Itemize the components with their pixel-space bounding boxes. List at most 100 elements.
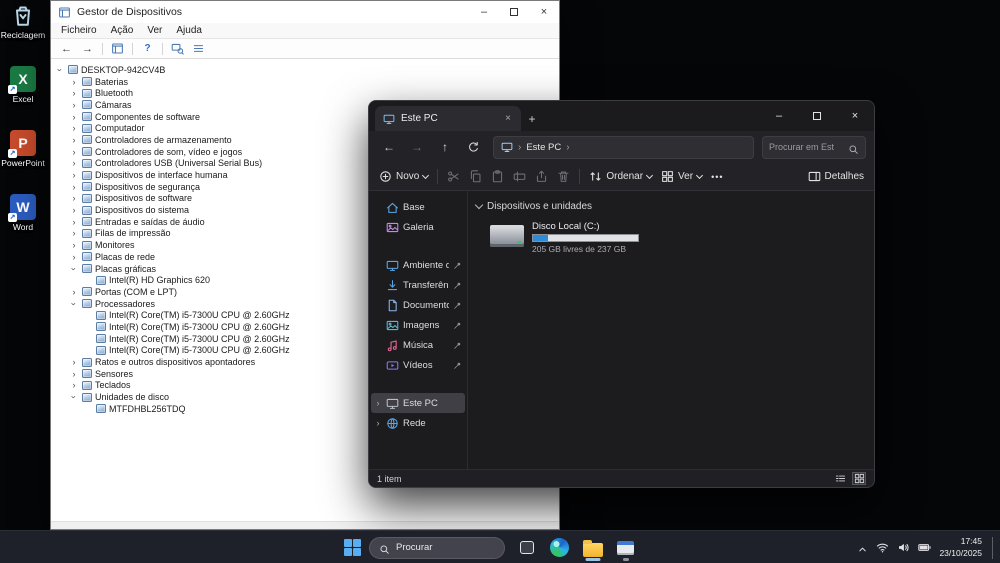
chevron-collapsed-icon[interactable]: › (69, 369, 79, 379)
refresh-button[interactable] (461, 135, 485, 159)
chevron-collapsed-icon[interactable]: › (69, 100, 79, 110)
taskbar-search[interactable] (369, 536, 505, 559)
chevron-collapsed-icon[interactable]: › (69, 147, 79, 157)
details-pane-button[interactable]: Detalhes (808, 170, 864, 183)
chevron-collapsed-icon[interactable]: › (69, 205, 79, 215)
tree-item-desktop-942cv4b[interactable]: › DESKTOP-942CV4B (51, 64, 559, 76)
rename-button[interactable] (513, 170, 526, 183)
chevron-collapsed-icon[interactable]: › (69, 88, 79, 98)
chevron-expanded-icon[interactable]: › (69, 299, 79, 309)
chevron-collapsed-icon[interactable]: › (69, 193, 79, 203)
sort-button[interactable]: Ordenar (589, 170, 654, 183)
taskbar-app-file-explorer[interactable] (579, 534, 606, 561)
chevron-collapsed-icon[interactable]: › (69, 135, 79, 145)
forward-button[interactable]: → (78, 41, 97, 57)
up-button[interactable]: ↑ (433, 135, 457, 159)
close-button[interactable]: × (529, 1, 559, 23)
maximize-button[interactable] (499, 1, 529, 23)
breadcrumb[interactable]: Este PC (526, 142, 561, 153)
scan-hardware-button[interactable] (168, 41, 187, 57)
tree-item-bluetooth[interactable]: › Bluetooth (51, 87, 559, 99)
sidebar-item-transferencias[interactable]: Transferências (371, 275, 465, 295)
chevron-collapsed-icon[interactable]: › (69, 217, 79, 227)
taskbar-app-device-manager[interactable] (612, 534, 639, 561)
sidebar-item-rede[interactable]: › Rede (371, 413, 465, 433)
menu-item-ajuda[interactable]: Ajuda (169, 25, 209, 36)
chevron-right-icon[interactable]: › (374, 418, 382, 428)
desktop-icon-powerpoint[interactable]: P ↗ PowerPoint (0, 130, 46, 168)
more-options-button[interactable]: ••• (711, 172, 723, 182)
taskbar-app-edge[interactable] (546, 534, 573, 561)
chevron-collapsed-icon[interactable]: › (69, 158, 79, 168)
close-button[interactable]: × (836, 101, 874, 131)
new-button[interactable]: Novo (379, 170, 430, 183)
chevron-collapsed-icon[interactable]: › (69, 170, 79, 180)
view-button[interactable]: Ver (661, 170, 704, 183)
chevron-collapsed-icon[interactable]: › (69, 240, 79, 250)
back-button[interactable]: ← (57, 41, 76, 57)
chevron-expanded-icon[interactable]: › (55, 65, 65, 75)
volume-icon[interactable] (897, 541, 910, 554)
explorer-tabbar[interactable]: Este PC × + – × (369, 101, 874, 131)
chevron-collapsed-icon[interactable]: › (69, 287, 79, 297)
chevron-collapsed-icon[interactable]: › (69, 77, 79, 87)
tree-item-baterias[interactable]: › Baterias (51, 76, 559, 88)
sidebar-item-documentos[interactable]: Documentos (371, 295, 465, 315)
back-button[interactable]: ← (377, 135, 401, 159)
group-header-devices[interactable]: Dispositivos e unidades (474, 200, 874, 212)
minimize-button[interactable]: – (760, 101, 798, 131)
drive-local-c[interactable]: Disco Local (C:) 205 GB livres de 237 GB (490, 221, 715, 254)
share-button[interactable] (535, 170, 548, 183)
desktop-icon-word[interactable]: W ↗ Word (0, 194, 46, 232)
start-button[interactable] (344, 539, 361, 556)
tab-este-pc[interactable]: Este PC × (375, 106, 521, 131)
hidden-icons-button[interactable] (857, 542, 868, 553)
maximize-button[interactable] (798, 101, 836, 131)
delete-button[interactable] (557, 170, 570, 183)
clock[interactable]: 17:45 23/10/2025 (939, 536, 982, 558)
search-box[interactable] (762, 135, 866, 159)
desktop-icon-recycle-bin[interactable]: Reciclagem (0, 2, 46, 40)
chevron-collapsed-icon[interactable]: › (69, 252, 79, 262)
sidebar-item-ambiente-de-tra[interactable]: Ambiente de tra (371, 255, 465, 275)
search-input[interactable] (769, 142, 844, 152)
chevron-expanded-icon[interactable]: › (69, 264, 79, 274)
sidebar-item-este-pc[interactable]: › Este PC (371, 393, 465, 413)
chevron-collapsed-icon[interactable]: › (69, 228, 79, 238)
taskbar-search-input[interactable] (396, 542, 495, 553)
menu-item-ficheiro[interactable]: Ficheiro (54, 25, 104, 36)
sidebar-item-musica[interactable]: Música (371, 335, 465, 355)
chevron-collapsed-icon[interactable]: › (69, 182, 79, 192)
chevron-expanded-icon[interactable]: › (69, 392, 79, 402)
view-thumbnails-button[interactable] (852, 472, 866, 485)
menu-item-ver[interactable]: Ver (140, 25, 169, 36)
address-bar[interactable]: › Este PC › (493, 135, 754, 159)
chevron-collapsed-icon[interactable]: › (69, 123, 79, 133)
minimize-button[interactable]: – (469, 1, 499, 23)
copy-button[interactable] (469, 170, 482, 183)
battery-icon[interactable] (918, 541, 932, 554)
chevron-collapsed-icon[interactable]: › (69, 380, 79, 390)
device-manager-titlebar[interactable]: Gestor de Dispositivos – × (51, 1, 559, 23)
sidebar-item-galeria[interactable]: Galeria (371, 217, 465, 237)
properties-button[interactable] (189, 41, 208, 57)
sidebar-item-videos[interactable]: Vídeos (371, 355, 465, 375)
cut-button[interactable] (447, 170, 460, 183)
taskbar-app-task-view[interactable] (513, 534, 540, 561)
paste-button[interactable] (491, 170, 504, 183)
menu-item-acao[interactable]: Ação (104, 25, 141, 36)
wifi-icon[interactable] (876, 541, 889, 554)
view-list-button[interactable] (833, 472, 847, 485)
forward-button[interactable]: → (405, 135, 429, 159)
show-desktop-button[interactable] (992, 536, 995, 559)
chevron-right-icon[interactable]: › (566, 142, 569, 153)
sidebar-item-base[interactable]: Base (371, 197, 465, 217)
help-button[interactable]: ? (138, 41, 157, 57)
console-tree-button[interactable] (108, 41, 127, 57)
chevron-collapsed-icon[interactable]: › (69, 112, 79, 122)
chevron-collapsed-icon[interactable]: › (69, 357, 79, 367)
sidebar-item-imagens[interactable]: Imagens (371, 315, 465, 335)
tab-close-icon[interactable]: × (503, 113, 513, 124)
desktop-icon-excel[interactable]: X ↗ Excel (0, 66, 46, 104)
new-tab-button[interactable]: + (521, 106, 543, 131)
